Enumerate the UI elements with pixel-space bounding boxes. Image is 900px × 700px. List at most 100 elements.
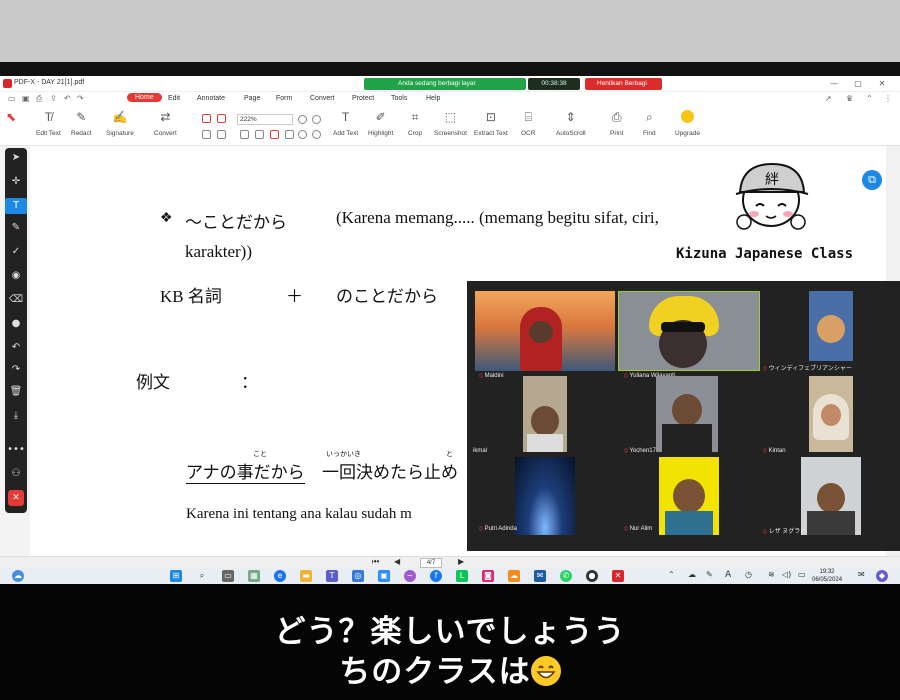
instagram-icon[interactable]: ◙ xyxy=(482,570,494,582)
select-tool-icon[interactable]: ⬉ xyxy=(6,110,16,126)
volume-icon[interactable]: ◁) xyxy=(782,570,791,579)
find-tool[interactable]: ⌕ Find xyxy=(643,110,656,137)
pointer-icon[interactable]: ➤ xyxy=(5,152,27,163)
menu-convert[interactable]: Convert xyxy=(310,95,335,102)
fit-page-icon[interactable] xyxy=(240,130,249,139)
edit-text-tool[interactable]: T̸ Edit Text xyxy=(36,110,61,137)
more-icon[interactable]: ⋮ xyxy=(884,94,892,103)
undo-tool-icon[interactable]: ↶ xyxy=(5,342,27,353)
download-icon[interactable]: ⤓ xyxy=(5,410,27,421)
close-icon[interactable]: ✕ xyxy=(876,78,888,90)
signature-tool[interactable]: ✍ Signature xyxy=(106,110,134,137)
rotate-right-icon[interactable] xyxy=(312,130,321,139)
cloud-icon[interactable]: ☁ xyxy=(508,570,520,582)
video-tile-putri[interactable] xyxy=(515,457,575,535)
video-tile-yochen[interactable] xyxy=(656,376,718,452)
trash-icon[interactable]: 🗑 xyxy=(5,386,27,397)
video-tile-windy[interactable] xyxy=(809,291,853,361)
laser-icon[interactable]: ◉ xyxy=(5,270,27,281)
menu-tools[interactable]: Tools xyxy=(391,95,407,102)
video-tile-ikmal[interactable] xyxy=(523,376,567,452)
view-mode-1-icon[interactable] xyxy=(202,114,211,123)
send-icon[interactable]: ➚ xyxy=(825,94,832,103)
tray-pen-icon[interactable]: ✎ xyxy=(706,570,713,579)
fit-width-icon[interactable] xyxy=(255,130,264,139)
widgets-icon[interactable]: ▦ xyxy=(248,570,260,582)
wifi-icon[interactable]: ≋ xyxy=(768,570,775,579)
single-page-icon[interactable] xyxy=(270,130,279,139)
tray-clock-icon[interactable]: ◷ xyxy=(745,570,752,579)
text-tool-icon[interactable]: T xyxy=(5,198,27,214)
whatsapp-icon[interactable]: ✆ xyxy=(560,570,572,582)
start-icon[interactable]: ⊞ xyxy=(170,570,182,582)
battery-icon[interactable]: ▭ xyxy=(798,570,806,579)
tray-up-icon[interactable]: ⌃ xyxy=(668,570,675,579)
add-text-tool[interactable]: T Add Text xyxy=(333,110,358,137)
weather-icon[interactable]: ☁ xyxy=(12,570,24,582)
share-icon[interactable]: ⇪ xyxy=(50,94,57,103)
convert-tool[interactable]: ⇄ Convert xyxy=(154,110,177,137)
close-toolbar-icon[interactable]: ✕ xyxy=(8,490,24,506)
messenger-icon[interactable]: ~ xyxy=(404,570,416,582)
camera-icon[interactable]: ◎ xyxy=(352,570,364,582)
view-mode-2-icon[interactable] xyxy=(217,114,226,123)
collapse-icon[interactable]: ⌃ xyxy=(866,94,873,103)
print-icon[interactable]: ⎙ xyxy=(36,94,42,104)
copy-icon[interactable]: ⧉ xyxy=(862,170,882,190)
prev-page-icon[interactable]: ◀ xyxy=(394,557,400,566)
zoom-app-icon[interactable]: ▣ xyxy=(378,570,390,582)
system-clock[interactable]: 19:32 06/05/2024 xyxy=(812,568,842,584)
recorder-icon[interactable]: ● xyxy=(586,570,598,582)
task-view-icon[interactable]: ▭ xyxy=(222,570,234,582)
rotate-left-icon[interactable] xyxy=(298,130,307,139)
copilot-icon[interactable]: ◆ xyxy=(876,570,888,582)
input-language[interactable]: A xyxy=(725,570,731,580)
file-explorer-icon[interactable]: ▬ xyxy=(300,570,312,582)
move-icon[interactable]: ✛ xyxy=(5,176,27,187)
menu-protect[interactable]: Protect xyxy=(352,95,374,102)
print-tool[interactable]: ⎙ Print xyxy=(610,110,623,137)
menu-home[interactable]: Home xyxy=(127,93,162,102)
menu-help[interactable]: Help xyxy=(426,95,440,102)
stop-share-button[interactable]: Hentikan Berbagi xyxy=(585,78,662,90)
check-icon[interactable]: ✓ xyxy=(5,246,27,257)
notification-icon[interactable]: ✉ xyxy=(858,570,865,579)
more-tools-icon[interactable]: ••• xyxy=(5,444,27,455)
menu-annotate[interactable]: Annotate xyxy=(197,95,225,102)
ocr-tool[interactable]: ⌸ OCR xyxy=(521,110,535,137)
two-page-icon[interactable] xyxy=(285,130,294,139)
extract-text-tool[interactable]: ⊡ Extract Text xyxy=(474,110,508,137)
view-mode-4-icon[interactable] xyxy=(217,130,226,139)
autoscroll-tool[interactable]: ⇕ AutoScroll xyxy=(556,110,586,137)
upgrade-tool[interactable]: Upgrade xyxy=(675,110,700,137)
first-page-icon[interactable]: ⏮ xyxy=(372,557,379,567)
video-tile-kintan[interactable] xyxy=(809,376,853,452)
video-tile-reza[interactable] xyxy=(801,457,861,535)
crop-tool[interactable]: ⌗ Crop xyxy=(408,110,422,137)
eraser-icon[interactable]: ⌫ xyxy=(5,294,27,305)
color-dot-icon[interactable]: ● xyxy=(5,318,27,329)
redact-tool[interactable]: ✎ Redact xyxy=(71,110,92,137)
redo-icon[interactable]: ↷ xyxy=(77,94,84,103)
next-page-icon[interactable]: ▶ xyxy=(458,557,464,566)
facebook-icon[interactable]: f xyxy=(430,570,442,582)
menu-form[interactable]: Form xyxy=(276,95,292,102)
edge-icon[interactable]: e xyxy=(274,570,286,582)
participants-icon[interactable]: ⚇ xyxy=(5,468,27,479)
video-tile-yuliana[interactable] xyxy=(618,291,760,371)
view-mode-3-icon[interactable] xyxy=(202,130,211,139)
tray-cloud-icon[interactable]: ☁ xyxy=(688,570,696,579)
minimize-icon[interactable]: — xyxy=(828,78,840,90)
save-icon[interactable]: ▣ xyxy=(22,94,30,103)
maximize-icon[interactable]: ▢ xyxy=(852,78,864,90)
undo-icon[interactable]: ↶ xyxy=(64,94,71,103)
line-icon[interactable]: L xyxy=(456,570,468,582)
zoom-select[interactable]: 222% xyxy=(237,114,293,125)
video-tile-nur-alim[interactable] xyxy=(659,457,719,535)
highlight-tool[interactable]: ✐ Highlight xyxy=(368,110,393,137)
menu-edit[interactable]: Edit xyxy=(168,95,180,102)
menu-page[interactable]: Page xyxy=(244,95,260,102)
zoom-out-icon[interactable] xyxy=(298,115,307,124)
page-number-input[interactable]: 4/7 xyxy=(420,558,442,568)
teams-icon[interactable]: T xyxy=(326,570,338,582)
